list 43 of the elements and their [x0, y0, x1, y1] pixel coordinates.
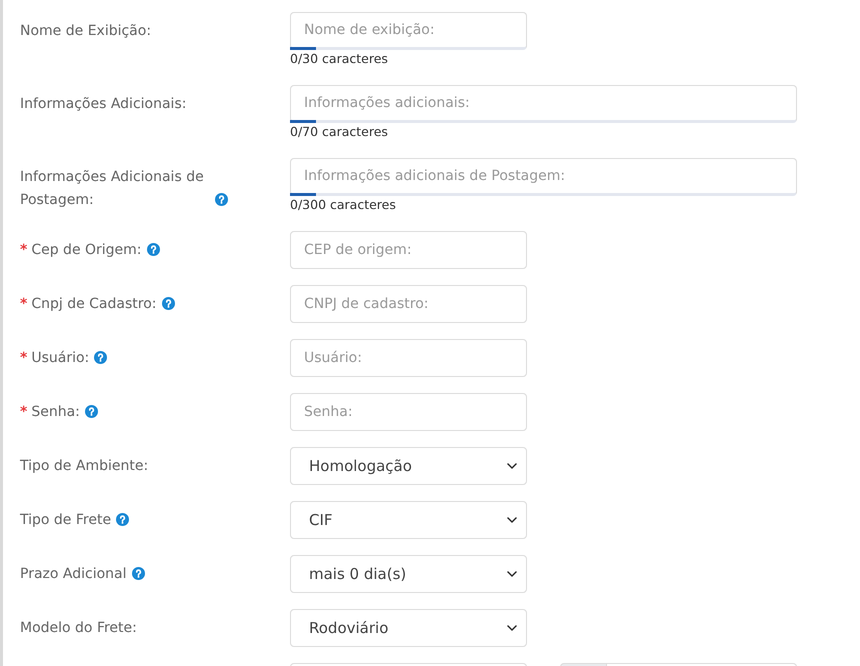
field-label: Usuário:	[31, 349, 90, 368]
help-icon[interactable]	[116, 513, 130, 526]
required-asterisk: *	[20, 404, 28, 420]
input-field[interactable]: Informações adicionais:	[290, 85, 797, 123]
help-icon[interactable]	[94, 351, 108, 364]
field-label: Tipo de Ambiente:	[20, 457, 148, 476]
field-label: Informações Adicionais:	[20, 95, 186, 114]
help-icon[interactable]	[162, 297, 174, 310]
input-field[interactable]: Informações adicionais de Postagem:	[290, 158, 797, 196]
field-label: Cep de Origem:	[31, 241, 142, 260]
input-field[interactable]: CNPJ de cadastro:	[290, 285, 527, 323]
required-asterisk: *	[20, 296, 28, 312]
input-field[interactable]: Usuário:	[290, 339, 527, 377]
chevron-down-icon	[507, 517, 517, 523]
select-dropdown[interactable]: CIF	[290, 501, 527, 539]
field-label: Senha:	[31, 403, 80, 422]
select-dropdown[interactable]: Homologação	[290, 447, 527, 485]
required-asterisk: *	[20, 242, 28, 258]
select-dropdown[interactable]: Rodoviário	[290, 609, 527, 647]
chevron-down-icon	[507, 625, 517, 631]
character-counter: 0/30 caracteres	[290, 50, 388, 67]
help-icon[interactable]	[132, 567, 144, 580]
field-label: Prazo Adicional	[20, 565, 126, 584]
required-asterisk: *	[20, 350, 28, 366]
field-label: Nome de Exibição:	[20, 22, 152, 41]
input-underline-accent	[290, 47, 316, 50]
input-field[interactable]: Nome de exibição:	[290, 12, 527, 50]
chevron-down-icon	[507, 463, 517, 469]
field-label: Modelo do Frete:	[20, 619, 137, 638]
select-dropdown[interactable]: mais 0 dia(s)	[290, 555, 527, 593]
help-icon[interactable]	[215, 193, 228, 206]
field-label: Informações Adicionais de Postagem:	[20, 168, 205, 210]
character-counter: 0/300 caracteres	[290, 196, 396, 213]
input-underline-accent	[290, 193, 316, 196]
field-label: Tipo de Frete	[20, 511, 112, 530]
chevron-down-icon	[507, 571, 517, 577]
input-underline-accent	[290, 120, 316, 123]
input-field[interactable]: Senha:	[290, 393, 527, 431]
input-field[interactable]: CEP de origem:	[290, 231, 527, 269]
help-icon[interactable]	[146, 243, 160, 256]
field-label: Cnpj de Cadastro:	[31, 295, 156, 314]
character-counter: 0/70 caracteres	[290, 123, 388, 140]
help-icon[interactable]	[84, 405, 98, 418]
